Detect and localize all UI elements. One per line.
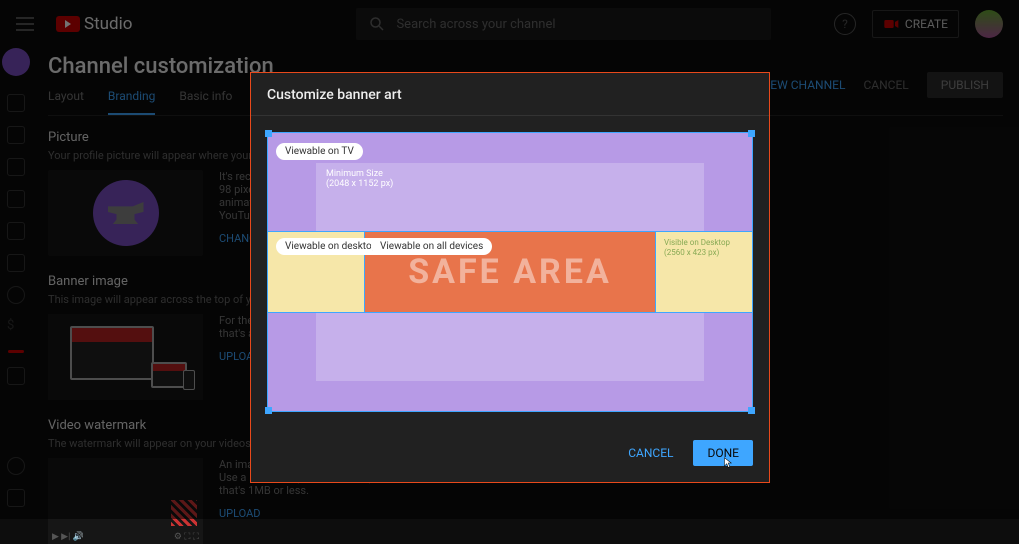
label-tv: Viewable on TV [276,143,363,160]
vis-title: Visible on Desktop [664,238,744,248]
dialog-title: Customize banner art [251,73,769,116]
resize-handle-tl[interactable] [265,130,272,137]
all-devices-zone: Viewable on all devices SAFE AREA [364,232,656,312]
resize-handle-tr[interactable] [748,130,755,137]
desktop-zone-right: Visible on Desktop (2560 x 423 px) [656,232,752,312]
min-dim: (2048 x 1152 px) [326,179,694,189]
desktop-zone-left: Viewable on desktop [268,232,364,312]
min-title: Minimum Size [326,169,694,179]
resize-handle-bl[interactable] [265,407,272,414]
customize-banner-dialog: Customize banner art Viewable on TV Mini… [250,72,770,483]
crop-area[interactable]: Viewable on TV Minimum Size (2048 x 1152… [267,132,753,412]
desktop-band: Viewable on desktop Viewable on all devi… [268,231,752,313]
vis-dim: (2560 x 423 px) [664,248,744,258]
dialog-cancel-button[interactable]: CANCEL [616,440,685,466]
resize-handle-br[interactable] [748,407,755,414]
label-desktop: Viewable on desktop [276,238,386,255]
dialog-done-button[interactable]: DONE [693,440,753,466]
cursor-icon [723,456,735,470]
safe-area-text: SAFE AREA [408,252,612,292]
label-all-devices: Viewable on all devices [371,238,492,255]
